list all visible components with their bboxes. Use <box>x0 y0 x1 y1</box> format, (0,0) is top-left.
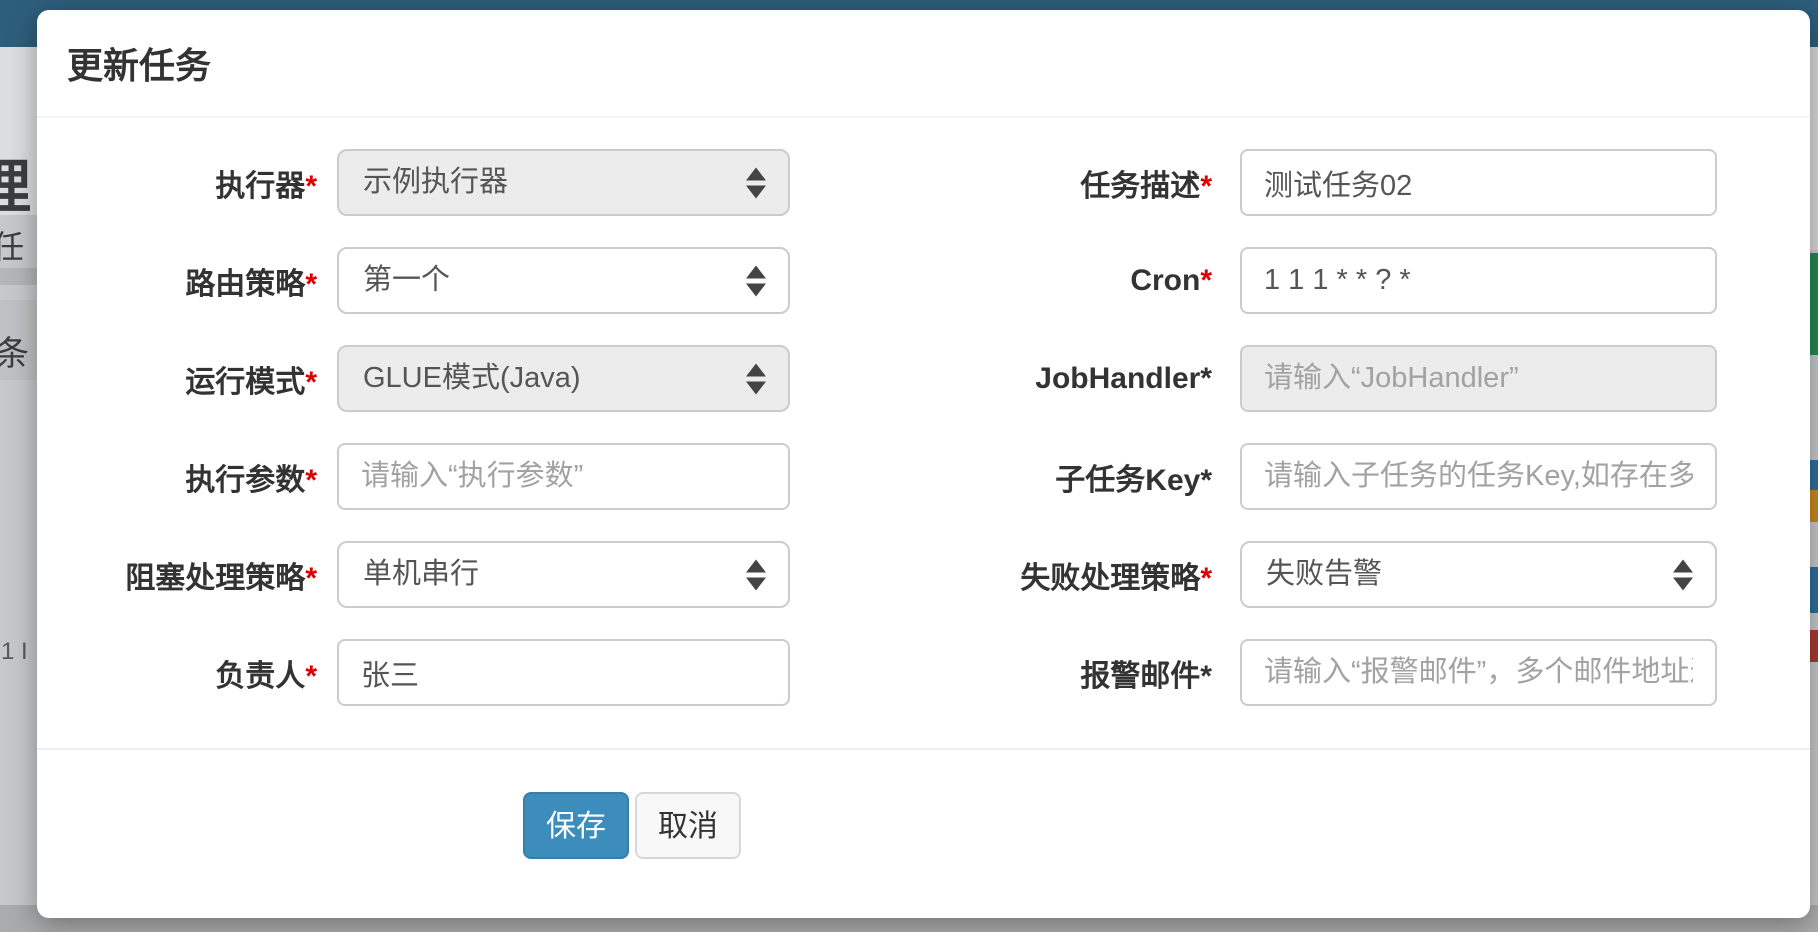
form-row: 运行模式* GLUE模式(Java) JobHandler* <box>67 345 1780 412</box>
backdrop-red-button-fragment <box>1810 630 1818 662</box>
field-glue-type: 运行模式* GLUE模式(Java) <box>67 345 970 412</box>
update-job-modal: 更新任务 执行器* 示例执行器 任务描述* 路由策略* 第一个 <box>37 10 1810 918</box>
backdrop-panel <box>1810 47 1818 250</box>
select-arrows-icon <box>746 265 766 296</box>
executor-label: 执行器* <box>67 161 337 205</box>
backdrop-green-button-fragment <box>1810 253 1818 355</box>
backdrop-text-fragment: 任 <box>0 222 24 268</box>
backdrop-heading-fragment: 理 <box>0 140 31 224</box>
field-job-desc: 任务描述* <box>970 149 1780 216</box>
owner-input[interactable] <box>337 639 790 706</box>
select-arrows-icon <box>1673 559 1693 590</box>
route-strategy-select[interactable]: 第一个 <box>337 247 790 314</box>
select-arrows-icon <box>746 559 766 590</box>
save-button[interactable]: 保存 <box>523 792 629 859</box>
field-cron: Cron* <box>970 247 1780 314</box>
backdrop-left-strip: 理 任 条 1 I <box>0 0 37 932</box>
executor-select[interactable]: 示例执行器 <box>337 149 790 216</box>
route-strategy-label: 路由策略* <box>67 259 337 303</box>
job-desc-label: 任务描述* <box>970 161 1240 205</box>
fail-strategy-label: 失败处理策略* <box>970 553 1240 597</box>
block-strategy-select[interactable]: 单机串行 <box>337 541 790 608</box>
form-row: 负责人* 报警邮件* <box>67 639 1780 706</box>
form-row: 执行参数* 子任务Key* <box>67 443 1780 510</box>
exec-param-label: 执行参数* <box>67 455 337 499</box>
field-child-jobkey: 子任务Key* <box>970 443 1780 510</box>
glue-type-label: 运行模式* <box>67 357 337 401</box>
jobhandler-input[interactable] <box>1240 345 1717 412</box>
field-fail-strategy: 失败处理策略* 失败告警 <box>970 541 1780 608</box>
select-arrows-icon <box>746 363 766 394</box>
cron-input[interactable] <box>1240 247 1717 314</box>
backdrop-right-strip <box>1810 0 1818 932</box>
backdrop-blue-button-fragment <box>1810 567 1818 613</box>
backdrop-text-fragment: 1 I <box>1 638 28 666</box>
field-alarm-email: 报警邮件* <box>970 639 1780 706</box>
field-block-strategy: 阻塞处理策略* 单机串行 <box>67 541 970 608</box>
form-row: 阻塞处理策略* 单机串行 失败处理策略* 失败告警 <box>67 541 1780 608</box>
modal-header: 更新任务 <box>37 10 1810 118</box>
form-row: 执行器* 示例执行器 任务描述* <box>67 149 1780 216</box>
form-row: 路由策略* 第一个 Cron* <box>67 247 1780 314</box>
field-executor: 执行器* 示例执行器 <box>67 149 970 216</box>
field-route-strategy: 路由策略* 第一个 <box>67 247 970 314</box>
backdrop-blue-button-fragment <box>1810 460 1818 490</box>
child-jobkey-input[interactable] <box>1240 443 1717 510</box>
backdrop-band <box>0 268 37 285</box>
cancel-button[interactable]: 取消 <box>635 792 741 859</box>
backdrop-orange-button-fragment <box>1810 490 1818 522</box>
field-owner: 负责人* <box>67 639 970 706</box>
select-arrows-icon <box>746 167 766 198</box>
modal-footer: 保存 取消 <box>67 750 1780 859</box>
field-exec-param: 执行参数* <box>67 443 970 510</box>
glue-type-select[interactable]: GLUE模式(Java) <box>337 345 790 412</box>
alarm-email-input[interactable] <box>1240 639 1717 706</box>
modal-title: 更新任务 <box>67 37 211 89</box>
fail-strategy-select[interactable]: 失败告警 <box>1240 541 1717 608</box>
modal-body: 执行器* 示例执行器 任务描述* 路由策略* 第一个 Cron* <box>37 118 1810 859</box>
job-desc-input[interactable] <box>1240 149 1717 216</box>
block-strategy-label: 阻塞处理策略* <box>67 553 337 597</box>
exec-param-input[interactable] <box>337 443 790 510</box>
owner-label: 负责人* <box>67 651 337 695</box>
child-jobkey-label: 子任务Key* <box>970 455 1240 499</box>
backdrop-text-fragment: 条 <box>0 326 29 375</box>
cron-label: Cron* <box>970 264 1240 298</box>
jobhandler-label: JobHandler* <box>970 362 1240 396</box>
field-jobhandler: JobHandler* <box>970 345 1780 412</box>
alarm-email-label: 报警邮件* <box>970 651 1240 695</box>
